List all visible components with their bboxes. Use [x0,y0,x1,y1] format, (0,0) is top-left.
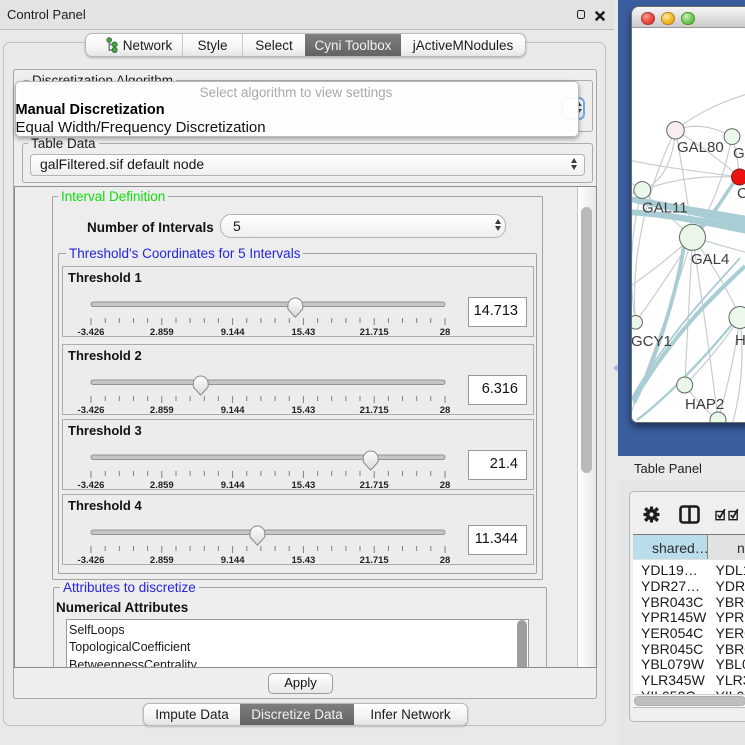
svg-text:15.43: 15.43 [292,555,316,566]
svg-text:21.715: 21.715 [360,480,390,491]
svg-text:2.859: 2.859 [150,480,174,491]
svg-text:GAL4: GAL4 [691,251,729,268]
svg-text:15.43: 15.43 [292,480,316,491]
svg-text:28: 28 [440,327,451,338]
svg-text:9.144: 9.144 [221,327,245,338]
svg-text:21.715: 21.715 [360,327,390,338]
svg-text:HA: HA [735,332,745,349]
svg-text:9.144: 9.144 [221,480,245,491]
svg-text:2.859: 2.859 [150,327,174,338]
svg-text:21.715: 21.715 [360,555,390,566]
svg-text:-3.426: -3.426 [78,480,105,491]
svg-text:HAP2: HAP2 [685,396,724,413]
svg-text:28: 28 [440,555,451,566]
svg-text:2.859: 2.859 [150,405,174,416]
svg-text:-3.426: -3.426 [78,405,105,416]
svg-text:28: 28 [440,480,451,491]
svg-text:9.144: 9.144 [221,555,245,566]
svg-text:21.715: 21.715 [360,405,390,416]
svg-text:CY: CY [737,185,745,202]
svg-text:15.43: 15.43 [292,405,316,416]
svg-text:GAL80: GAL80 [677,139,724,156]
svg-text:15.43: 15.43 [292,327,316,338]
svg-text:2.859: 2.859 [150,555,174,566]
svg-text:GA: GA [733,145,745,162]
svg-text:9.144: 9.144 [221,405,245,416]
svg-text:GAL11: GAL11 [642,200,688,217]
svg-text:-3.426: -3.426 [78,327,105,338]
svg-text:-3.426: -3.426 [78,555,105,566]
svg-text:28: 28 [440,405,451,416]
svg-text:GCY1: GCY1 [632,333,672,350]
